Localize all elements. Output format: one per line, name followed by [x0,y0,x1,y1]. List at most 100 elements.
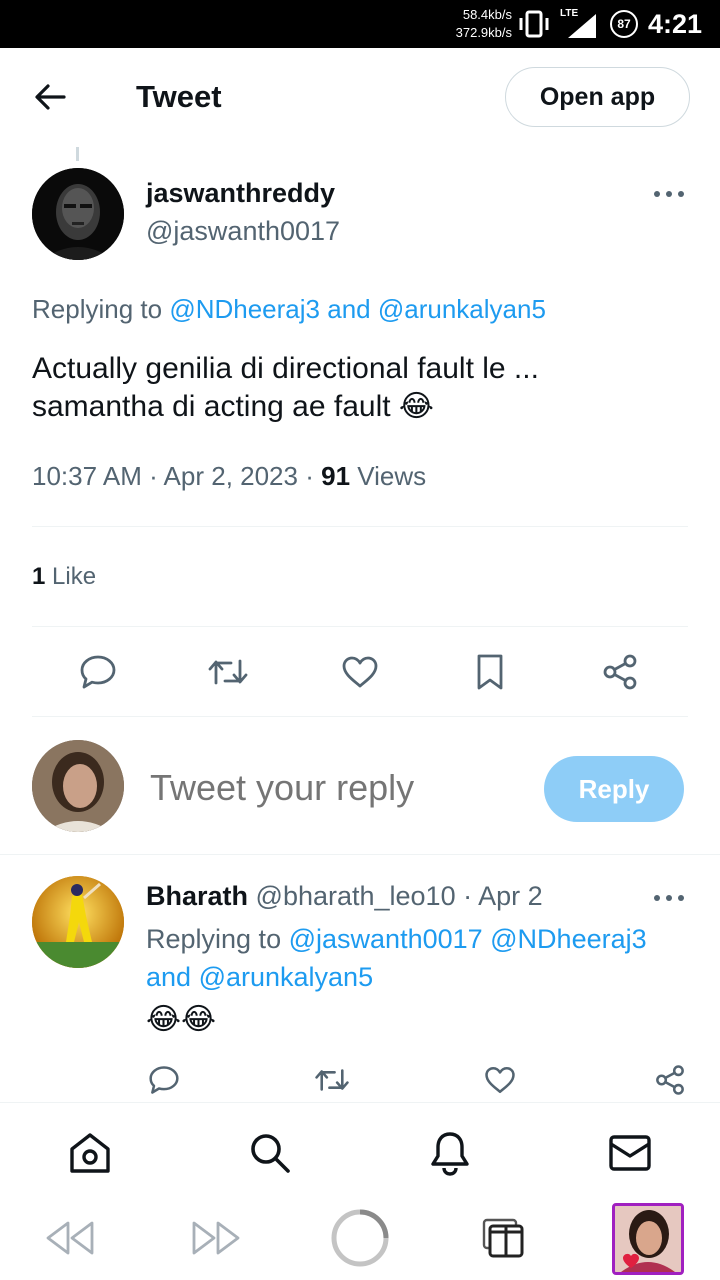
divider [32,626,688,627]
top-header: Tweet Open app [0,48,720,144]
laughing-emoji-icon: 😂 [398,389,434,424]
avatar[interactable] [32,168,124,260]
vibrate-icon [519,10,549,38]
reply-date[interactable]: Apr 2 [478,881,543,911]
avatar[interactable] [32,876,124,968]
share-action-button[interactable] [598,650,642,694]
reply-action-button[interactable] [76,650,120,694]
mention-link[interactable]: @NDheeraj3 [169,294,320,324]
avatar-image [32,168,124,260]
search-icon [251,1134,290,1173]
tweet-text: Actually genilia di directional fault le… [32,350,692,426]
bookmark-action-button[interactable] [468,650,512,694]
retweet-action-button[interactable] [310,1058,354,1098]
reply-author-name[interactable]: Bharath [146,881,248,911]
retweet-action-button[interactable] [206,650,250,694]
tweet-text-fragment: samantha di acting ae fault [32,390,391,423]
browser-reload-button[interactable] [330,1208,390,1268]
tweet-date[interactable]: Apr 2, 2023 [164,461,298,491]
views-label: Views [357,461,427,491]
replying-and: and [327,294,371,324]
reply-text: 😂😂 [146,1002,217,1037]
browser-profile-thumbnail[interactable] [612,1203,684,1275]
reply-input[interactable] [150,764,510,812]
signal-icon [568,14,596,38]
tweet-text-line: samantha di acting ae fault 😂 [32,388,692,426]
replying-prefix: Replying to [146,924,282,954]
back-button[interactable] [30,80,70,114]
speed-down: 58.4kb/s [462,7,512,22]
heart-icon [342,656,378,688]
divider [0,854,720,855]
mail-icon [609,1135,651,1171]
replying-prefix: Replying to [32,294,163,324]
loading-ring-icon [331,1209,389,1267]
divider [32,526,688,527]
meta-separator: · [305,461,322,491]
bottom-navigation [0,1102,720,1198]
thread-line [76,147,79,161]
comment-icon [149,1066,179,1094]
browser-tabs-button[interactable] [474,1208,534,1268]
mention-link[interactable]: @arunkalyan5 [378,294,546,324]
mention-link[interactable]: @jaswanth0017 @NDheeraj3 [289,924,647,954]
likes-count: 1 [32,563,46,590]
author-handle[interactable]: @jaswanth0017 [146,214,340,248]
retweet-icon [208,659,248,685]
tweet-actions [0,640,720,704]
network-speed: 58.4kb/s 372.9kb/s [440,6,512,42]
tabs-icon [482,1218,524,1258]
reply-header: Bharath @bharath_leo10 · Apr 2 [146,878,543,914]
browser-forward-button[interactable] [186,1208,246,1268]
meta-separator: · [149,461,164,491]
rewind-icon [46,1221,94,1255]
bell-icon [431,1132,469,1176]
like-action-button[interactable] [478,1058,522,1098]
reply-button[interactable]: Reply [544,756,684,822]
divider [32,716,688,717]
tweet-meta: 10:37 AM · Apr 2, 2023 · 91 Views [32,458,426,494]
likes-link[interactable]: 1 Like [32,560,96,594]
nav-home[interactable] [66,1129,114,1177]
fast-forward-icon [192,1221,240,1255]
reply-replying-to: Replying to @jaswanth0017 @NDheeraj3 and… [146,920,686,996]
nav-notifications[interactable] [426,1129,474,1177]
battery-indicator: 87 [610,10,638,38]
share-icon [656,1065,684,1095]
replying-to: Replying to @NDheeraj3 and @arunkalyan5 [32,292,546,326]
avatar-image [32,876,124,968]
tweet-time[interactable]: 10:37 AM [32,461,142,491]
bookmark-icon [477,654,503,690]
status-bar: 58.4kb/s 372.9kb/s LTE 87 4:21 [0,0,720,48]
share-icon [603,654,637,690]
home-icon [70,1133,110,1173]
browser-toolbar [0,1198,720,1280]
reply-author-handle[interactable]: @bharath_leo10 [256,881,456,911]
replying-and: and [146,962,192,992]
reply-action-button[interactable] [142,1058,186,1098]
more-options-icon[interactable] [652,180,686,208]
author-name[interactable]: jaswanthreddy [146,176,335,210]
reply-actions [0,1058,720,1098]
mention-link[interactable]: @arunkalyan5 [199,962,374,992]
nav-messages[interactable] [606,1129,654,1177]
views-count: 91 [321,461,351,491]
arrow-left-icon [35,84,66,110]
profile-image [615,1206,681,1272]
avatar-image [32,740,124,832]
like-action-button[interactable] [338,650,382,694]
open-app-button[interactable]: Open app [505,67,690,127]
meta-separator: · [463,881,479,911]
tweet-text-line: Actually genilia di directional fault le… [32,352,539,385]
share-action-button[interactable] [648,1058,692,1098]
retweet-icon [315,1069,349,1091]
current-user-avatar [32,740,124,832]
speed-up: 372.9kb/s [455,25,512,40]
browser-back-button[interactable] [40,1208,100,1268]
heart-icon [485,1066,515,1094]
nav-explore[interactable] [246,1129,294,1177]
likes-label: Like [52,563,97,590]
page-title: Tweet [136,79,222,114]
more-options-icon[interactable] [652,884,686,912]
comment-icon [80,655,116,689]
